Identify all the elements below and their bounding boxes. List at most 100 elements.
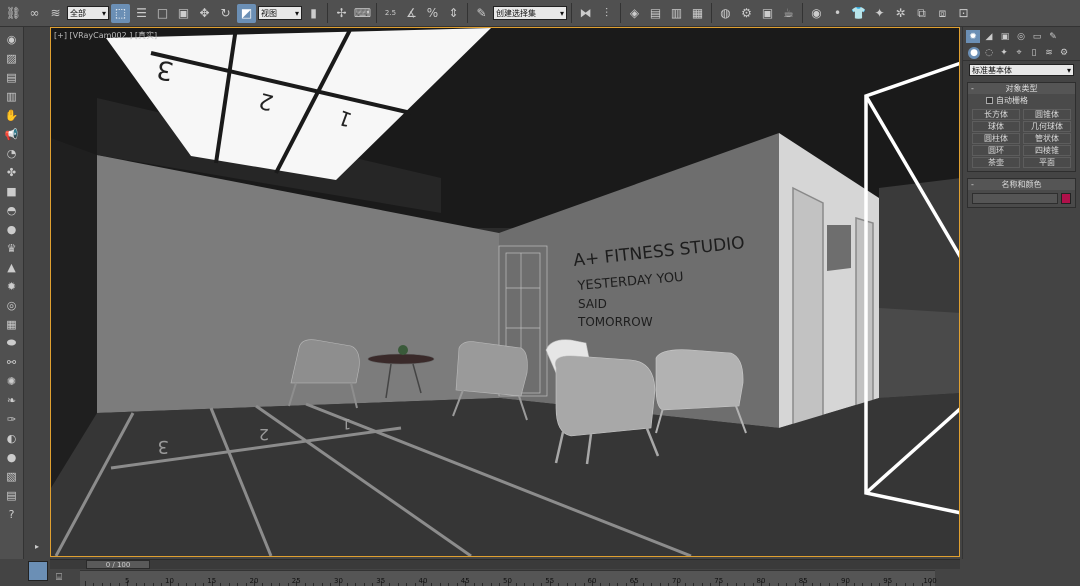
gear-icon[interactable]: ✲: [891, 4, 910, 23]
mirror-icon[interactable]: ⧓: [576, 4, 595, 23]
selection-filter-dropdown[interactable]: 全部 ▾: [67, 6, 109, 20]
helpers-icon[interactable]: ▯: [1028, 47, 1040, 59]
eye-icon[interactable]: ◉: [4, 31, 20, 47]
bind-spacewarp-icon[interactable]: ≋: [46, 4, 65, 23]
create-tab-icon[interactable]: ✹: [966, 30, 980, 43]
time-slider[interactable]: 0 / 100: [86, 560, 150, 569]
select-by-name-icon[interactable]: ☰: [132, 4, 151, 23]
shapes-icon[interactable]: ◌: [983, 47, 995, 59]
tube-button[interactable]: 管状体: [1023, 133, 1071, 144]
box-button[interactable]: 长方体: [972, 109, 1020, 120]
layers-icon[interactable]: ▧: [4, 468, 20, 484]
shirt-icon[interactable]: 👕: [849, 4, 868, 23]
torus-icon[interactable]: ◓: [4, 202, 20, 218]
link-icon[interactable]: ⛓: [4, 4, 23, 23]
teapot-icon[interactable]: ◉: [807, 4, 826, 23]
perspective-viewport[interactable]: [+] [VRayCam002 ] [真实] 3 2 1 3 2 1 A+ FI…: [50, 27, 960, 557]
shell-icon[interactable]: ◐: [4, 430, 20, 446]
percent-snap-icon[interactable]: %: [423, 4, 442, 23]
wand-icon[interactable]: ✦: [870, 4, 889, 23]
cone-button[interactable]: 圆锥体: [1023, 109, 1071, 120]
hierarchy-tab-icon[interactable]: ▣: [998, 30, 1012, 43]
material-editor-icon[interactable]: ◍: [716, 4, 735, 23]
angle-snap-icon[interactable]: ∡: [402, 4, 421, 23]
select-object-icon[interactable]: ⬚: [111, 3, 130, 23]
render-setup-icon[interactable]: ⚙: [737, 4, 756, 23]
auto-grid-row[interactable]: 自动栅格: [968, 94, 1075, 108]
pivot-icon[interactable]: ▮: [304, 4, 323, 23]
help-icon[interactable]: ?: [4, 506, 20, 522]
viewport-label[interactable]: [+] [VRayCam002 ] [真实]: [54, 30, 157, 41]
cone-icon[interactable]: ▲: [4, 259, 20, 275]
crown-icon[interactable]: ♛: [4, 240, 20, 256]
object-type-header[interactable]: - 对象类型: [968, 83, 1075, 94]
display-tab-icon[interactable]: ▭: [1030, 30, 1044, 43]
systems-icon[interactable]: ⚙: [1058, 47, 1070, 59]
schematic-view-icon[interactable]: ▦: [688, 4, 707, 23]
manipulate-icon[interactable]: ✢: [332, 4, 351, 23]
helpers-icon[interactable]: ◔: [4, 145, 20, 161]
utilities-tab-icon[interactable]: ✎: [1046, 30, 1060, 43]
unlink-icon[interactable]: ∞: [25, 4, 44, 23]
key-filters-icon[interactable]: ⌸: [56, 572, 62, 583]
lights-icon[interactable]: ✦: [998, 47, 1010, 59]
mini-curve-editor-button[interactable]: [28, 561, 48, 581]
window-crossing-icon[interactable]: ▣: [174, 4, 193, 23]
spinner-snap-icon[interactable]: ⇕: [444, 4, 463, 23]
object-category-dropdown[interactable]: 标准基本体 ▾: [969, 64, 1074, 76]
cameras-icon[interactable]: ⌖: [1013, 47, 1025, 59]
move-icon[interactable]: ✥: [195, 4, 214, 23]
spacewarps-icon[interactable]: ≋: [1043, 47, 1055, 59]
trackbar[interactable]: 5 10 15 20 25 30 35 40 45 50 55 60 65 70 75 80 85 90 95 100: [80, 570, 937, 586]
render-production-icon[interactable]: ⧉: [912, 4, 931, 23]
teapot-button[interactable]: 茶壶: [972, 157, 1020, 168]
layer-manager-icon[interactable]: ◈: [625, 4, 644, 23]
motion-tab-icon[interactable]: ◎: [1014, 30, 1028, 43]
plane-button[interactable]: 平面: [1023, 157, 1071, 168]
sphere-dot-icon[interactable]: •: [828, 4, 847, 23]
camera-icon[interactable]: 📢: [4, 126, 20, 142]
rotate-icon[interactable]: ↻: [216, 4, 235, 23]
light-icon[interactable]: ▥: [4, 88, 20, 104]
feather-icon[interactable]: ✑: [4, 411, 20, 427]
render-last-icon[interactable]: ⧈: [933, 4, 952, 23]
disc-icon[interactable]: ◎: [4, 297, 20, 313]
leaf-icon[interactable]: ❧: [4, 392, 20, 408]
time-slider-bar[interactable]: 0 / 100: [50, 559, 960, 569]
render-icon[interactable]: ☕: [779, 4, 798, 23]
geosphere-button[interactable]: 几何球体: [1023, 121, 1071, 132]
edit-named-selection-icon[interactable]: ✎: [472, 4, 491, 23]
modify-tab-icon[interactable]: ◢: [982, 30, 996, 43]
list-icon[interactable]: ▤: [4, 487, 20, 503]
globe-icon[interactable]: ●: [4, 449, 20, 465]
auto-grid-checkbox[interactable]: [986, 97, 993, 104]
named-selection-dropdown[interactable]: 创建选择集 ▾: [493, 6, 567, 20]
box-shape-icon[interactable]: ■: [4, 183, 20, 199]
timeline-expand-icon[interactable]: ▸: [30, 539, 44, 553]
pyramid-button[interactable]: 四棱锥: [1023, 145, 1071, 156]
align-icon[interactable]: ⫶: [597, 4, 616, 23]
atom-icon[interactable]: ✺: [4, 373, 20, 389]
capsule-icon[interactable]: ⬬: [4, 335, 20, 351]
name-color-header[interactable]: - 名称和颜色: [968, 179, 1075, 190]
rendered-frame-icon[interactable]: ▣: [758, 4, 777, 23]
keyboard-shortcut-icon[interactable]: ⌨: [353, 4, 372, 23]
torus-button[interactable]: 圆环: [972, 145, 1020, 156]
curve-editor-icon[interactable]: ▥: [667, 4, 686, 23]
plane-icon[interactable]: ▨: [4, 50, 20, 66]
graphite-icon[interactable]: ▤: [646, 4, 665, 23]
object-name-field[interactable]: [972, 193, 1058, 204]
geometry-icon[interactable]: ●: [968, 47, 980, 59]
scale-icon[interactable]: ◩: [237, 3, 256, 23]
rect-selection-icon[interactable]: □: [153, 4, 172, 23]
box-icon[interactable]: ▤: [4, 69, 20, 85]
sound-icon[interactable]: ✋: [4, 107, 20, 123]
grid-icon[interactable]: ▦: [4, 316, 20, 332]
object-color-swatch[interactable]: [1061, 193, 1071, 204]
sun-icon[interactable]: ✹: [4, 278, 20, 294]
snap-icon[interactable]: 2.5: [381, 4, 400, 23]
sphere-icon[interactable]: ●: [4, 221, 20, 237]
particle-icon[interactable]: ✤: [4, 164, 20, 180]
reference-coord-dropdown[interactable]: 视图 ▾: [258, 6, 302, 20]
render-frame-window-icon[interactable]: ⊡: [954, 4, 973, 23]
